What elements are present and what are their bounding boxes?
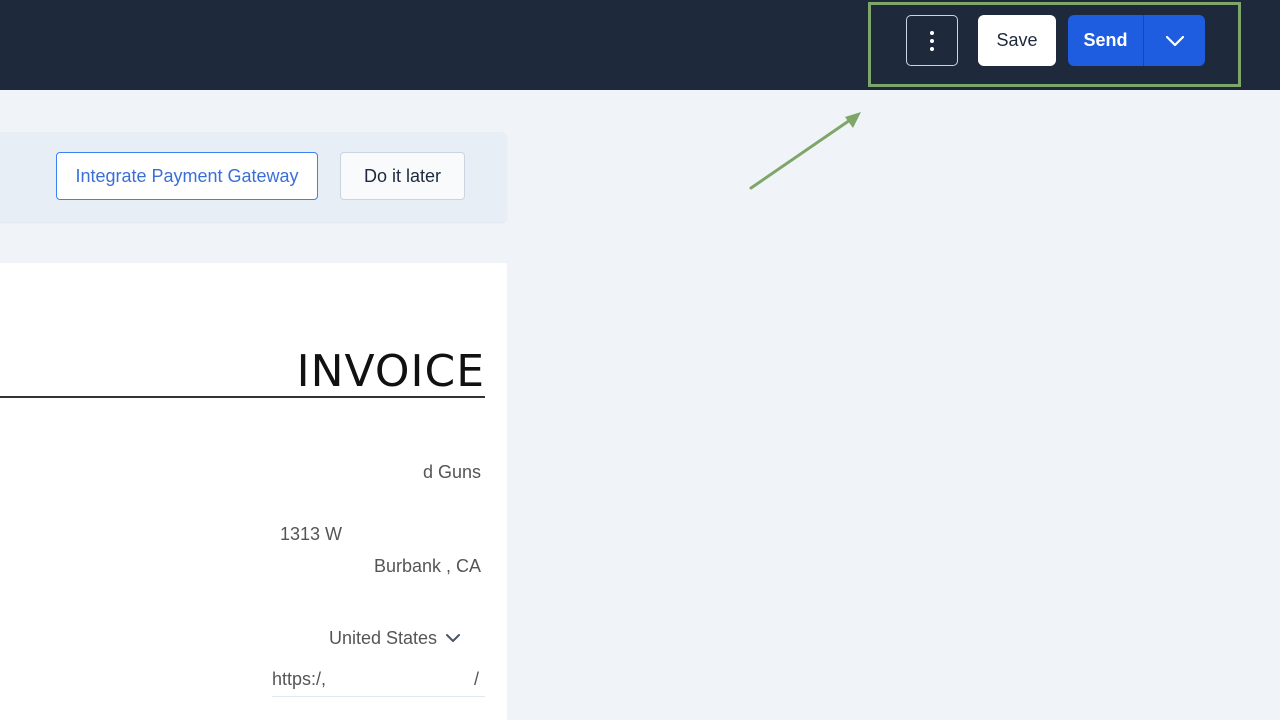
address-line-field[interactable]: 1313 W	[280, 523, 342, 545]
annotation-arrow	[749, 112, 861, 190]
invoice-title: INVOICE	[296, 346, 485, 397]
company-name-field[interactable]: d Guns	[423, 461, 481, 483]
payment-gateway-banner: Integrate Payment Gateway Do it later	[0, 132, 507, 222]
chevron-down-icon	[446, 634, 461, 642]
city-state-field[interactable]: Burbank , CA	[374, 555, 481, 577]
annotation-highlight-box	[868, 2, 1241, 87]
website-field[interactable]: https:/, /	[272, 667, 485, 697]
country-value: United States	[329, 627, 438, 648]
country-select[interactable]: United States	[329, 626, 479, 650]
website-value-end: /	[473, 669, 479, 689]
title-divider	[0, 396, 485, 398]
integrate-payment-gateway-button[interactable]: Integrate Payment Gateway	[56, 152, 318, 200]
do-it-later-button[interactable]: Do it later	[340, 152, 465, 200]
invoice-document: INVOICE d Guns 1313 W Burbank , CA Unite…	[0, 263, 507, 720]
website-value-start: https:/,	[272, 669, 327, 689]
